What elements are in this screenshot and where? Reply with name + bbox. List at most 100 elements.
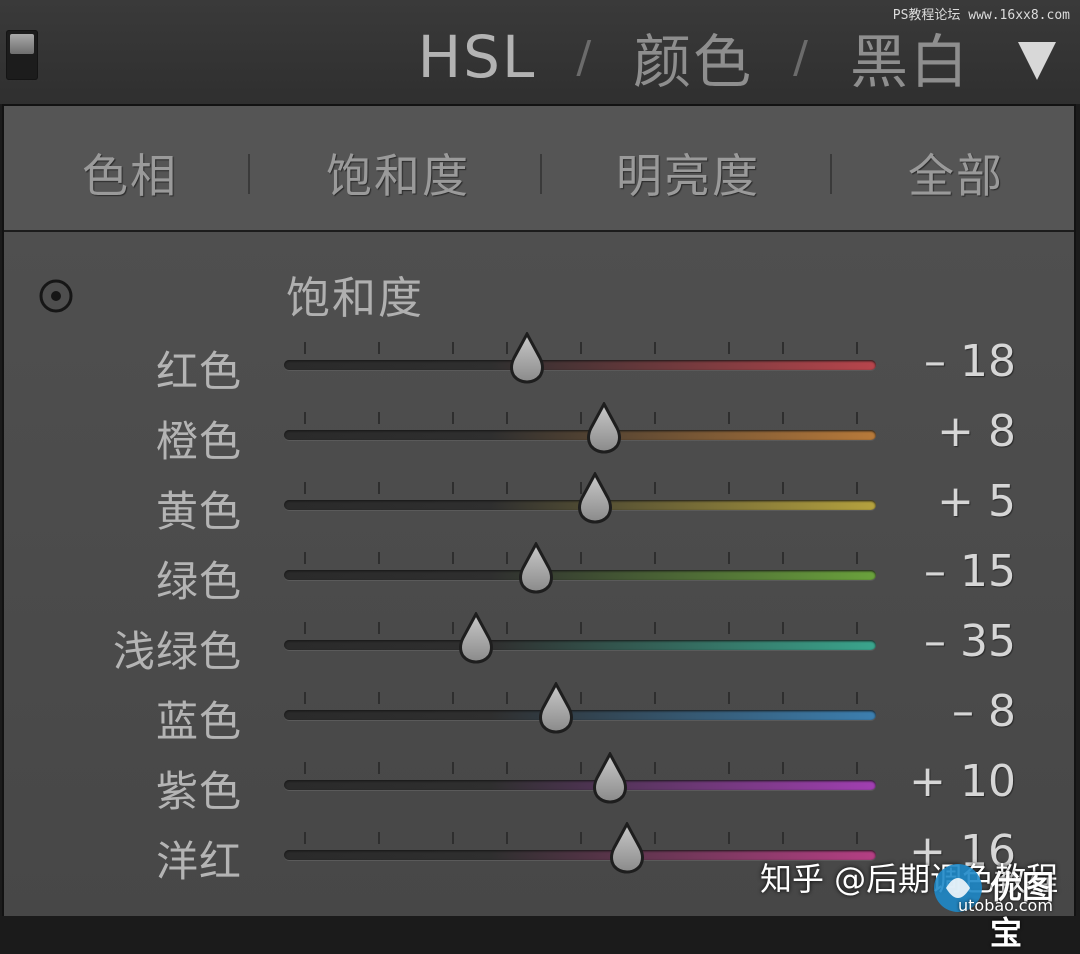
slider-control[interactable] — [284, 748, 876, 818]
slider-tick — [452, 552, 454, 564]
header-tabs: HSL / 颜色 / 黑白 — [418, 22, 970, 96]
slider-label: 浅绿色 — [112, 627, 242, 676]
slider-ticks — [284, 342, 876, 356]
slider-thumb[interactable] — [590, 752, 630, 804]
slider-tick — [856, 832, 858, 844]
slider-tick — [378, 622, 380, 634]
slider-tick — [304, 342, 306, 354]
slider-tick — [506, 482, 508, 494]
slider-control[interactable] — [284, 328, 876, 398]
subtab-luminance[interactable]: 明亮度 — [616, 140, 760, 206]
slider-value[interactable]: – 18 — [924, 336, 1016, 387]
slider-tick — [378, 482, 380, 494]
panel-header: PS教程论坛 www.16xx8.com HSL / 颜色 / 黑白 — [0, 0, 1080, 104]
slider-tick — [452, 342, 454, 354]
slider-tick — [506, 692, 508, 704]
slider-thumb[interactable] — [456, 612, 496, 664]
slider-tick — [506, 622, 508, 634]
slider-thumb[interactable] — [607, 822, 647, 874]
slider-tick — [304, 832, 306, 844]
slider-tick — [728, 622, 730, 634]
tab-separator: / — [793, 31, 810, 83]
slider-tick — [378, 552, 380, 564]
slider-label: 橙色 — [155, 417, 242, 466]
slider-ticks — [284, 552, 876, 566]
slider-tick — [728, 832, 730, 844]
slider-tick — [506, 762, 508, 774]
slider-tick — [506, 412, 508, 424]
panel-switch-toggle[interactable] — [6, 30, 38, 80]
slider-tick — [654, 412, 656, 424]
slider-tick — [378, 342, 380, 354]
section-title: 饱和度 — [286, 273, 424, 324]
slider-thumb[interactable] — [536, 682, 576, 734]
subtab-all[interactable]: 全部 — [908, 140, 1004, 206]
slider-tick — [654, 552, 656, 564]
slider-tick — [856, 412, 858, 424]
slider-tick — [728, 692, 730, 704]
slider-tick — [728, 762, 730, 774]
targeted-adjustment-icon[interactable] — [38, 278, 74, 314]
slider-ticks — [284, 412, 876, 426]
slider-tick — [728, 552, 730, 564]
slider-value[interactable]: – 35 — [924, 616, 1016, 667]
slider-tick — [856, 692, 858, 704]
slider-tick — [728, 342, 730, 354]
slider-tick — [304, 762, 306, 774]
slider-row: 浅绿色 – 35 — [4, 608, 1074, 678]
slider-thumb[interactable] — [584, 402, 624, 454]
slider-control[interactable] — [284, 678, 876, 748]
slider-tick — [782, 552, 784, 564]
slider-tick — [782, 342, 784, 354]
slider-tick — [378, 832, 380, 844]
slider-row: 橙色 + 8 — [4, 398, 1074, 468]
slider-value[interactable]: + 5 — [937, 476, 1016, 527]
slider-control[interactable] — [284, 398, 876, 468]
slider-track[interactable] — [284, 710, 876, 720]
slider-value[interactable]: – 15 — [924, 546, 1016, 597]
tab-separator: / — [576, 31, 594, 83]
slider-thumb[interactable] — [507, 332, 547, 384]
slider-label: 紫色 — [155, 767, 242, 816]
slider-tick — [654, 482, 656, 494]
slider-control[interactable] — [284, 538, 876, 608]
slider-control[interactable] — [284, 468, 876, 538]
slider-value[interactable]: + 10 — [909, 756, 1016, 807]
slider-tick — [506, 552, 508, 564]
slider-tick — [580, 342, 582, 354]
slider-tick — [654, 832, 656, 844]
slider-ticks — [284, 832, 876, 846]
tab-black-white[interactable]: 黑白 — [850, 15, 970, 99]
slider-track[interactable] — [284, 430, 876, 440]
slider-row: 蓝色 – 8 — [4, 678, 1074, 748]
slider-track[interactable] — [284, 360, 876, 370]
slider-tick — [580, 552, 582, 564]
slider-tick — [452, 622, 454, 634]
slider-control[interactable] — [284, 608, 876, 678]
slider-track[interactable] — [284, 640, 876, 650]
subtab-hue[interactable]: 色相 — [82, 140, 178, 206]
tab-hsl[interactable]: HSL — [418, 23, 537, 91]
slider-tick — [856, 762, 858, 774]
slider-tick — [304, 482, 306, 494]
slider-label: 洋红 — [155, 837, 242, 886]
slider-tick — [580, 832, 582, 844]
slider-track[interactable] — [284, 570, 876, 580]
hsl-panel: 色相 饱和度 明亮度 全部 饱和度 红色 – 18 橙色 + 8 黄色 + 5 绿色 – 15… — [2, 104, 1076, 916]
collapse-triangle-icon[interactable] — [1018, 42, 1056, 80]
slider-value[interactable]: – 8 — [952, 686, 1016, 737]
slider-value[interactable]: + 8 — [937, 406, 1016, 457]
slider-track[interactable] — [284, 780, 876, 790]
subtab-divider — [248, 154, 250, 194]
slider-thumb[interactable] — [575, 472, 615, 524]
slider-row: 黄色 + 5 — [4, 468, 1074, 538]
slider-tick — [378, 692, 380, 704]
slider-tick — [728, 412, 730, 424]
tab-color[interactable]: 颜色 — [633, 15, 753, 99]
slider-tick — [782, 832, 784, 844]
hsl-subtabs: 色相 饱和度 明亮度 全部 — [4, 106, 1074, 232]
subtab-saturation[interactable]: 饱和度 — [326, 140, 470, 206]
slider-row: 红色 – 18 — [4, 328, 1074, 398]
slider-tick — [654, 762, 656, 774]
slider-thumb[interactable] — [516, 542, 556, 594]
